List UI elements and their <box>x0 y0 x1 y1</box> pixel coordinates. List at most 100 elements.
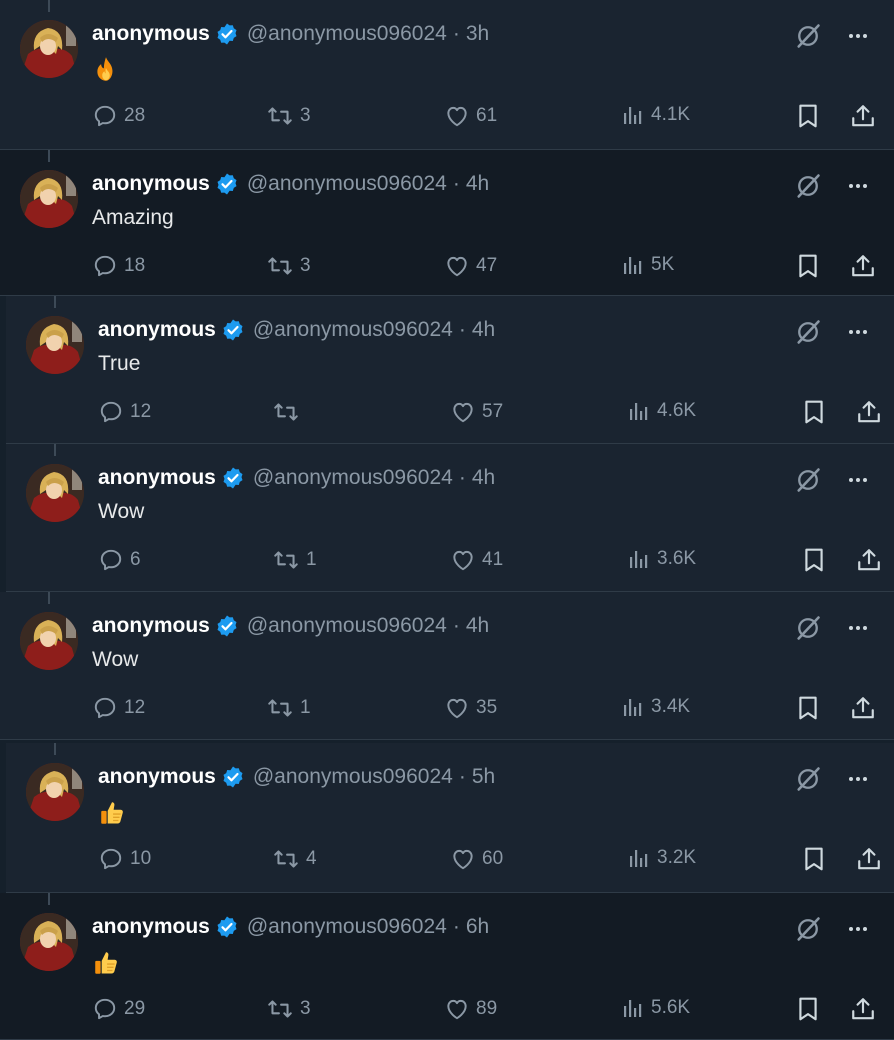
like-button[interactable]: 41 <box>450 547 503 573</box>
reply-button[interactable]: 29 <box>92 996 145 1022</box>
retweet-button[interactable]: 3 <box>266 996 311 1022</box>
avatar[interactable] <box>20 170 78 228</box>
share-icon[interactable] <box>850 996 876 1027</box>
more-options-icon[interactable] <box>846 174 870 203</box>
more-options-icon[interactable] <box>846 468 870 497</box>
tweet-top-actions <box>794 318 870 351</box>
grok-icon[interactable] <box>794 22 822 55</box>
reply-button[interactable]: 12 <box>98 399 151 425</box>
tweet[interactable]: anonymous @anonymous096024 · 3h 28 3 61 … <box>0 0 894 150</box>
more-options-icon[interactable] <box>846 767 870 796</box>
retweet-icon <box>272 846 300 872</box>
handle[interactable]: @anonymous096024 <box>253 318 453 342</box>
retweet-count: 1 <box>300 697 311 718</box>
like-button[interactable]: 35 <box>444 695 497 721</box>
share-icon[interactable] <box>856 399 882 430</box>
like-button[interactable]: 57 <box>450 399 503 425</box>
tweet[interactable]: anonymous @anonymous096024 · 6h 29 3 89 … <box>0 893 894 1040</box>
timestamp[interactable]: 4h <box>472 318 495 342</box>
retweet-button[interactable]: 1 <box>272 547 317 573</box>
bookmark-icon[interactable] <box>802 547 826 578</box>
avatar[interactable] <box>26 316 84 374</box>
like-button[interactable]: 60 <box>450 846 503 872</box>
reply-button[interactable]: 12 <box>92 695 145 721</box>
display-name[interactable]: anonymous <box>92 22 210 46</box>
views-button[interactable]: 4.1K <box>621 103 690 127</box>
handle[interactable]: @anonymous096024 <box>247 22 447 46</box>
views-button[interactable]: 3.6K <box>627 547 696 571</box>
separator: · <box>452 915 460 938</box>
reply-icon <box>98 846 124 872</box>
timestamp[interactable]: 4h <box>466 172 489 196</box>
avatar[interactable] <box>20 612 78 670</box>
bookmark-icon[interactable] <box>796 253 820 284</box>
display-name[interactable]: anonymous <box>98 466 216 490</box>
tweet[interactable]: anonymous @anonymous096024 · 5h 10 4 60 … <box>6 743 894 893</box>
views-button[interactable]: 5.6K <box>621 996 690 1020</box>
bookmark-icon[interactable] <box>796 695 820 726</box>
display-name[interactable]: anonymous <box>92 172 210 196</box>
timestamp[interactable]: 5h <box>472 765 495 789</box>
retweet-button[interactable] <box>272 399 306 425</box>
avatar[interactable] <box>20 913 78 971</box>
reply-button[interactable]: 18 <box>92 253 145 279</box>
retweet-button[interactable]: 3 <box>266 103 311 129</box>
share-icon[interactable] <box>856 547 882 578</box>
grok-icon[interactable] <box>794 915 822 948</box>
share-icon[interactable] <box>850 253 876 284</box>
timestamp[interactable]: 6h <box>466 915 489 939</box>
avatar[interactable] <box>20 20 78 78</box>
timestamp[interactable]: 3h <box>466 22 489 46</box>
display-name[interactable]: anonymous <box>92 915 210 939</box>
reply-button[interactable]: 10 <box>98 846 151 872</box>
views-button[interactable]: 3.4K <box>621 695 690 719</box>
avatar[interactable] <box>26 763 84 821</box>
tweet[interactable]: anonymous @anonymous096024 · 4h Amazing … <box>0 150 894 296</box>
handle[interactable]: @anonymous096024 <box>253 466 453 490</box>
like-button[interactable]: 47 <box>444 253 497 279</box>
timestamp[interactable]: 4h <box>472 466 495 490</box>
reply-button[interactable]: 6 <box>98 547 141 573</box>
grok-icon[interactable] <box>794 765 822 798</box>
views-button[interactable]: 4.6K <box>627 399 696 423</box>
share-icon[interactable] <box>856 846 882 877</box>
more-options-icon[interactable] <box>846 616 870 645</box>
more-options-icon[interactable] <box>846 24 870 53</box>
views-button[interactable]: 5K <box>621 253 674 277</box>
share-icon[interactable] <box>850 103 876 134</box>
tweet[interactable]: anonymous @anonymous096024 · 4h Wow 6 1 … <box>6 444 894 592</box>
share-icon[interactable] <box>850 695 876 726</box>
timestamp[interactable]: 4h <box>466 614 489 638</box>
display-name[interactable]: anonymous <box>98 318 216 342</box>
avatar[interactable] <box>26 464 84 522</box>
like-count: 89 <box>476 998 498 1019</box>
grok-icon[interactable] <box>794 614 822 647</box>
bookmark-icon[interactable] <box>796 996 820 1027</box>
bookmark-icon[interactable] <box>796 103 820 134</box>
heart-icon <box>444 996 470 1022</box>
grok-icon[interactable] <box>794 172 822 205</box>
like-button[interactable]: 89 <box>444 996 497 1022</box>
retweet-button[interactable]: 4 <box>272 846 317 872</box>
display-name[interactable]: anonymous <box>98 765 216 789</box>
tweet[interactable]: anonymous @anonymous096024 · 4h True 12 … <box>6 296 894 444</box>
like-button[interactable]: 61 <box>444 103 497 129</box>
tweet[interactable]: anonymous @anonymous096024 · 4h Wow 12 1… <box>0 592 894 740</box>
handle[interactable]: @anonymous096024 <box>247 915 447 939</box>
handle[interactable]: @anonymous096024 <box>247 614 447 638</box>
handle[interactable]: @anonymous096024 <box>253 765 453 789</box>
grok-icon[interactable] <box>794 466 822 499</box>
more-options-icon[interactable] <box>846 320 870 349</box>
retweet-button[interactable]: 3 <box>266 253 311 279</box>
bookmark-icon[interactable] <box>802 846 826 877</box>
bookmark-icon[interactable] <box>802 399 826 430</box>
reply-button[interactable]: 28 <box>92 103 145 129</box>
views-count: 4.1K <box>651 104 691 125</box>
views-button[interactable]: 3.2K <box>627 846 696 870</box>
separator: · <box>452 614 460 637</box>
grok-icon[interactable] <box>794 318 822 351</box>
display-name[interactable]: anonymous <box>92 614 210 638</box>
handle[interactable]: @anonymous096024 <box>247 172 447 196</box>
retweet-button[interactable]: 1 <box>266 695 311 721</box>
more-options-icon[interactable] <box>846 917 870 946</box>
